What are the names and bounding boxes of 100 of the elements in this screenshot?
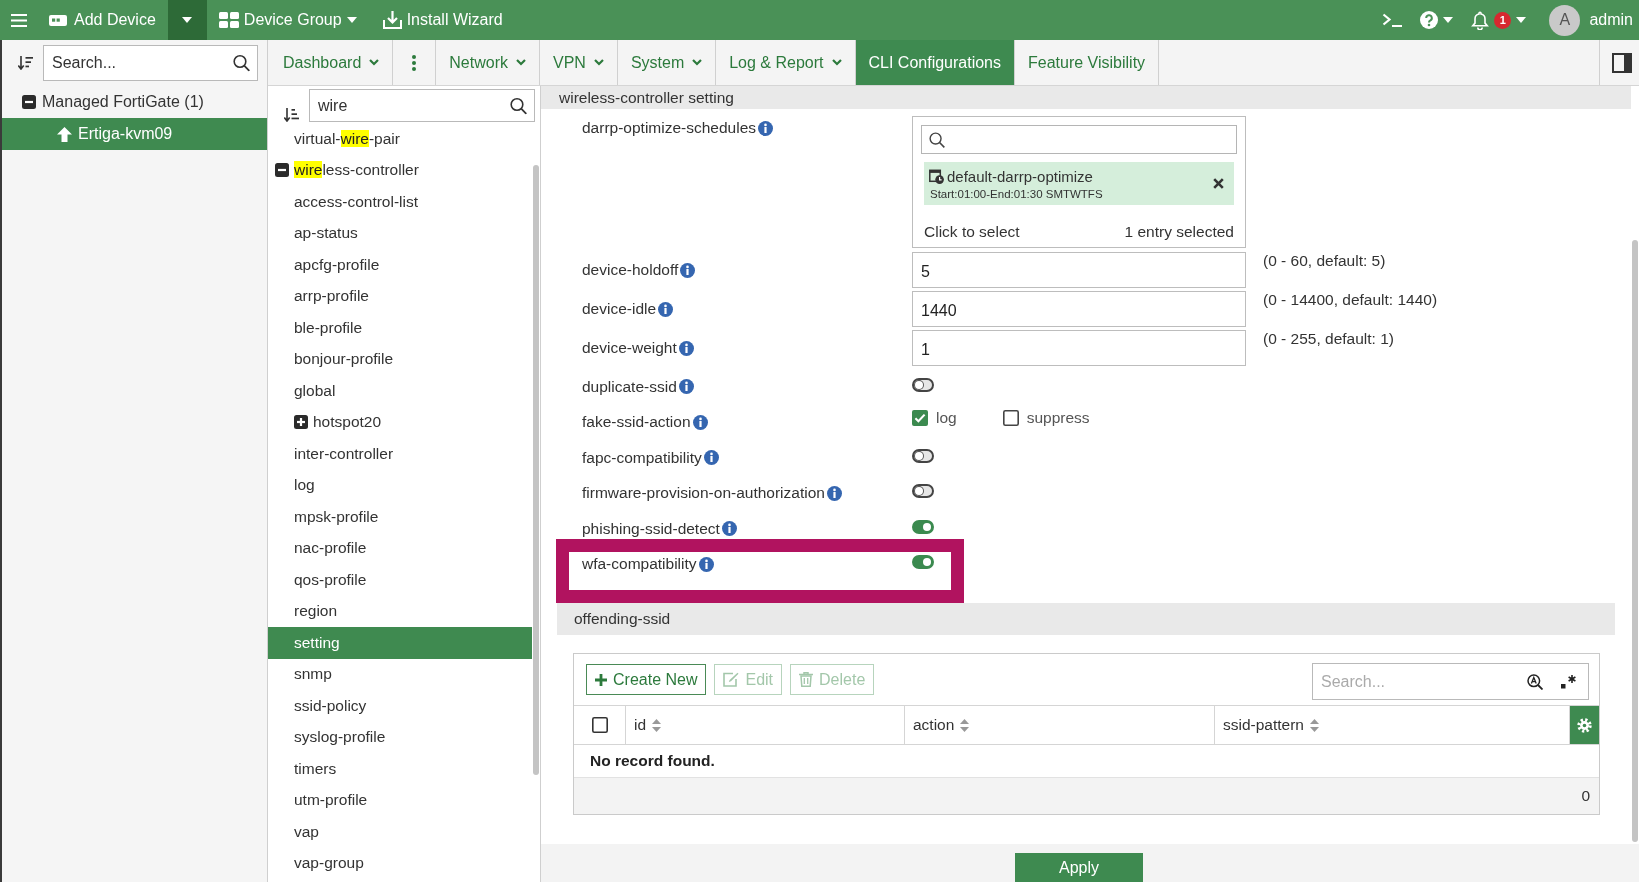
field-label: wfa-compatibility [582,555,697,574]
sort-icon[interactable] [284,108,299,122]
checkbox[interactable] [591,717,608,733]
device-group-button[interactable]: Device Group [206,0,367,40]
tree-item[interactable]: ble-profile [268,312,532,344]
help-icon [1420,11,1439,29]
field-label: fake-ssid-action [582,413,691,432]
chevron-icon [593,59,604,66]
tree-item[interactable]: apcfg-profile [268,249,532,281]
column-header[interactable]: ssid-pattern [1223,716,1319,734]
info-icon [680,262,696,278]
sort-icon[interactable] [18,56,33,70]
user-menu-button[interactable]: A admin [1535,0,1639,40]
number-field[interactable]: 1 [912,330,1246,366]
tree-item[interactable]: mpsk-profile [268,501,532,533]
tree-item[interactable]: qos-profile [268,564,532,596]
up-arrow-icon [57,126,72,142]
search-highlight: wire [294,161,323,179]
add-device-button[interactable]: Add Device [38,0,168,40]
column-header[interactable]: id [634,716,662,734]
column-settings-button[interactable] [1570,706,1599,744]
checkbox[interactable] [1002,410,1019,427]
toggle-switch[interactable] [912,484,934,499]
tree-item[interactable]: Managed FortiGate (1) [2,86,267,118]
search-field[interactable]: Search... [1312,663,1589,700]
tree-item[interactable]: log [268,469,532,501]
settings-icon [1577,717,1592,733]
select-prompt[interactable]: Click to select [924,223,1020,241]
install-wizard-button[interactable]: Install Wizard [372,0,513,40]
nav-tab[interactable]: Network [436,40,540,85]
number-field[interactable]: 5 [912,252,1246,288]
search-icon[interactable] [233,54,250,72]
option-label: suppress [1026,409,1090,428]
nav-tab[interactable]: VPN [539,40,618,85]
sidebar-icon [1612,52,1632,73]
minus-box-icon[interactable] [275,163,289,178]
sort-arrows-icon [652,718,662,732]
info-icon [658,301,674,317]
menu-icon [11,13,27,27]
schedule-icon [929,168,944,184]
tree-item[interactable]: ssid-policy [268,690,532,722]
tree-item[interactable]: access-control-list [268,186,532,218]
tree-item[interactable]: setting [268,627,532,659]
caret-icon [346,17,357,23]
tree-item[interactable]: inter-controller [268,438,532,470]
empty-message: No record found. [590,752,715,770]
apply-button[interactable]: Apply [1015,853,1143,882]
plus-box-icon[interactable] [294,415,308,430]
search-field[interactable]: Search... [43,45,258,81]
tree-item[interactable]: ap-status [268,217,532,249]
search-field[interactable]: wire [309,89,535,122]
tree-item[interactable]: utm-profile [268,784,532,816]
nav-tab[interactable]: CLI Configurations [855,40,1015,85]
scrollbar[interactable] [533,165,539,775]
tree-item[interactable]: wireless-controller [268,154,532,186]
search-icon[interactable] [1527,673,1543,690]
tree-item[interactable]: vap [268,816,532,848]
caret-icon [1516,17,1527,23]
info-icon [678,379,694,395]
range-hint: (0 - 14400, default: 1440) [1263,291,1438,309]
tree-item[interactable]: syslog-profile [268,721,532,753]
regex-icon[interactable] [1561,674,1577,689]
create-new-button[interactable]: Create New [586,664,707,695]
notification-badge: 1 [1494,11,1512,29]
tree-item[interactable]: bonjour-profile [268,343,532,375]
field-label: device-idle [582,300,657,318]
column-header[interactable]: action [913,716,970,734]
tree-item[interactable]: region [268,595,532,627]
search-field[interactable] [921,125,1237,154]
sort-arrows-icon [960,718,970,732]
tree-item[interactable]: Ertiga-kvm09 [2,118,267,150]
tree-item[interactable]: timers [268,753,532,785]
tree-item[interactable]: snmp [268,658,532,690]
notifications-button[interactable]: 1 [1462,0,1536,40]
tree-item[interactable]: vap-group [268,847,532,879]
toggle-switch[interactable] [912,448,934,463]
scrollbar[interactable] [1632,240,1638,842]
tree-item[interactable]: hotspot20 [268,406,532,438]
tree-item[interactable]: nac-profile [268,532,532,564]
info-icon [758,120,774,136]
toggle-switch[interactable] [912,377,934,392]
checkbox[interactable] [912,410,928,427]
close-icon[interactable] [1213,178,1224,189]
option-label: log [936,409,957,428]
tree-item[interactable]: global [268,375,532,407]
tree-item[interactable]: arrp-profile [268,280,532,312]
field-label: darrp-optimize-schedules [582,119,757,137]
nav-tab[interactable]: Feature Visibility [1015,40,1160,85]
nav-tab[interactable]: System [617,40,717,85]
record-count: 0 [1581,787,1590,805]
number-field[interactable]: 1440 [912,291,1246,327]
nav-tab[interactable]: Log & Report [716,40,856,85]
info-icon [721,521,737,537]
search-icon[interactable] [510,97,527,114]
nav-tab[interactable]: Dashboard [270,40,394,85]
chevron-icon [369,59,380,66]
multi-select-field[interactable]: default-darrp-optimize Start:01:00-End:01:30 SMTWTFS Click to select 1 entry selected [912,116,1246,248]
toggle-switch[interactable] [912,555,934,570]
toggle-switch[interactable] [912,519,934,534]
minus-box-icon[interactable] [22,95,36,109]
